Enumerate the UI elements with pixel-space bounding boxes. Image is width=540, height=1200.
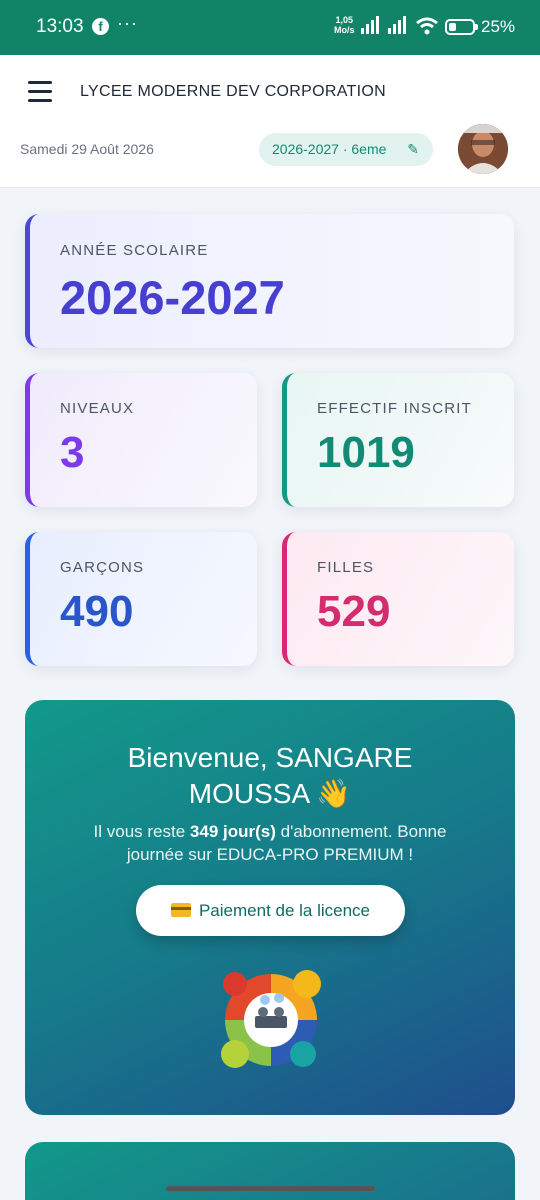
subscription-days: 349 jour(s) [189,822,276,841]
period-selector-chip[interactable]: 2026-2027 · 6eme ✎ [259,133,433,166]
speed-value: 1,05 [335,15,354,25]
levels-card: NIVEAUX 3 [25,373,257,507]
school-name: LYCEE MODERNE DEV CORPORATION [80,83,386,100]
pencil-icon: ✎ [407,141,419,157]
status-time: 13:03 [36,16,84,37]
avatar[interactable] [458,124,508,174]
enrolled-value: 1019 [317,428,415,477]
boys-label: GARÇONS [60,559,145,576]
more-notifications-icon: ··· [117,13,138,33]
levels-label: NIVEAUX [60,400,135,417]
school-year-label: ANNÉE SCOLAIRE [60,242,209,259]
boys-value: 490 [60,587,134,636]
girls-card: FILLES 529 [282,532,514,666]
subscription-message: Il vous reste 349 jour(s) d'abonnement. … [25,820,515,866]
current-date: Samedi 29 Août 2026 [20,141,154,157]
wifi-icon [416,17,438,35]
welcome-title: Bienvenue, SANGARE MOUSSA 👋 [127,742,413,809]
credit-card-icon [170,903,191,917]
signal-icon [361,16,379,34]
boys-card: GARÇONS 490 [25,532,257,666]
subscription-prefix: Il vous reste [93,822,190,841]
girls-label: FILLES [317,559,375,576]
gesture-navigation-bar[interactable] [166,1186,375,1191]
school-year-value: 2026-2027 [60,271,285,324]
educa-pro-logo [221,970,321,1068]
license-payment-button[interactable]: Paiement de la licence [136,885,405,936]
signal-icon-2 [388,16,406,34]
battery-percent: 25% [481,17,516,36]
battery-icon [445,19,475,35]
hamburger-menu-icon[interactable] [28,81,52,103]
girls-value: 529 [317,587,391,636]
status-bar: 13:03 f ··· 1,05 Mo/s 25% [0,0,540,55]
enrolled-label: EFFECTIF INSCRIT [317,400,473,417]
speed-unit: Mo/s [334,25,355,35]
period-chip-label: 2026-2027 · 6eme [272,141,387,157]
school-year-card: ANNÉE SCOLAIRE 2026-2027 [25,214,514,348]
levels-value: 3 [60,428,85,477]
license-payment-label: Paiement de la licence [198,901,371,920]
app-header: LYCEE MODERNE DEV CORPORATION Samedi 29 … [0,55,540,188]
facebook-icon: f [92,18,109,35]
next-card [25,1142,515,1200]
avatar-image [458,124,508,174]
network-speed: 1,05 Mo/s [334,15,355,35]
enrolled-card: EFFECTIF INSCRIT 1019 [282,373,514,507]
welcome-card: Bienvenue, SANGARE MOUSSA 👋 Il vous rest… [25,700,515,1115]
